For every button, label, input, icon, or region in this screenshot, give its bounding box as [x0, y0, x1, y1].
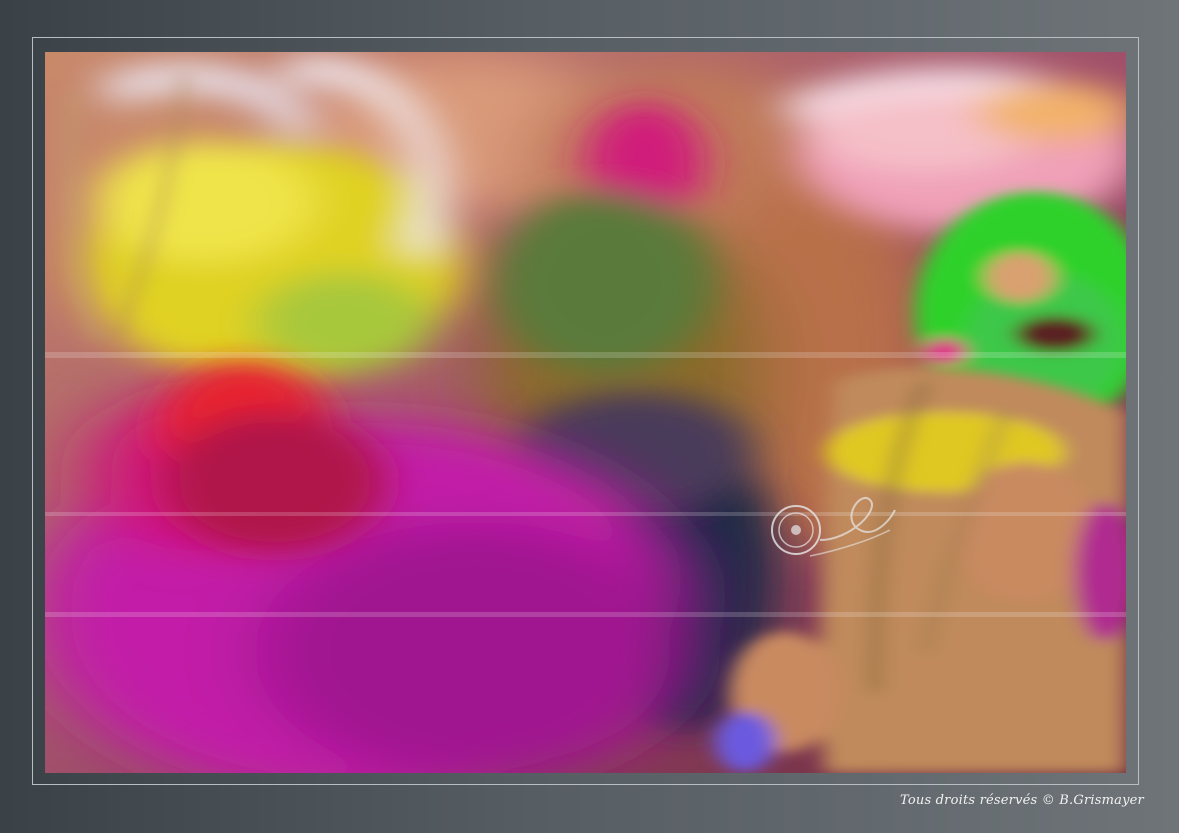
copyright-credit: Tous droits réservés © B.Grismayer: [900, 793, 1144, 808]
festival-photo: [45, 52, 1126, 773]
copyright-seal-icon: [771, 497, 896, 557]
watermark: [760, 490, 900, 570]
blurred-photo-rendering: [45, 52, 1126, 773]
